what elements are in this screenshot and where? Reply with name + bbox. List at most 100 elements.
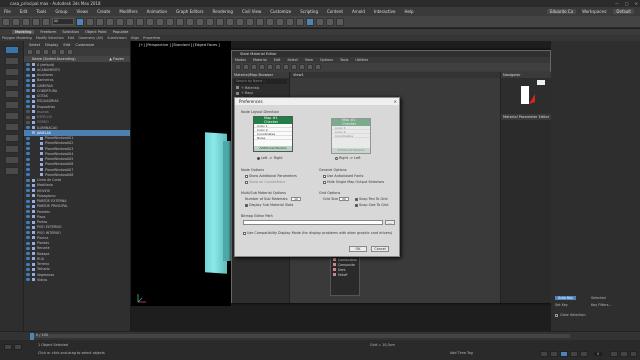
menu-views[interactable]: Views — [77, 9, 89, 14]
antialiased-checkbox[interactable]: Use Antialiased Fonts — [323, 174, 363, 178]
spinner-snap-icon[interactable] — [226, 17, 234, 26]
left-right-radio[interactable]: Left -> Right — [257, 156, 283, 160]
layout-children-icon[interactable] — [299, 64, 305, 70]
navigator-preview[interactable] — [501, 78, 551, 112]
visibility-eye-icon[interactable] — [26, 126, 30, 130]
visibility-eye-icon[interactable] — [26, 178, 30, 182]
clear-selection-checkbox[interactable]: Clear Selection — [555, 313, 586, 317]
menu-scripting[interactable]: Scripting — [300, 9, 318, 14]
explorer-menu-edit[interactable]: Edit — [63, 43, 70, 47]
panel-polygon-modeling[interactable]: Polygon Modeling — [2, 36, 32, 40]
visibility-eye-icon[interactable] — [26, 110, 30, 114]
panel-subdivision[interactable]: Subdivision — [107, 36, 126, 40]
visibility-eye-icon[interactable] — [26, 210, 30, 214]
render-setup-icon[interactable] — [316, 17, 324, 26]
slate-menu-edit[interactable]: Edit — [274, 58, 281, 62]
close-button[interactable]: ✕ — [635, 1, 638, 6]
sort-by-layer-icon[interactable] — [67, 49, 73, 55]
key-filters-button[interactable]: Key Filters... — [591, 303, 612, 307]
visibility-eye-icon[interactable] — [26, 63, 30, 67]
menu-group[interactable]: Group — [55, 9, 67, 14]
snap-pan-checkbox[interactable]: Snap Pan To Grid — [355, 197, 388, 201]
visibility-eye-icon[interactable] — [26, 225, 30, 229]
go-to-end-icon[interactable] — [580, 351, 588, 357]
slate-menu-modes[interactable]: Modes — [235, 58, 246, 62]
snap-size-checkbox[interactable]: Snap Size To Grid — [355, 203, 388, 207]
menu-edit[interactable]: Edit — [20, 9, 28, 14]
layers-icon[interactable] — [4, 112, 19, 120]
bitmap-browse-button[interactable]: ... — [385, 220, 395, 225]
grid-size-spinner[interactable]: 20 — [339, 197, 349, 201]
menu-create[interactable]: Create — [97, 9, 110, 14]
filter-shapes-icon[interactable] — [35, 49, 41, 55]
visibility-eye-icon[interactable] — [26, 199, 30, 203]
visibility-eye-icon[interactable] — [26, 141, 30, 145]
slate-menu-options[interactable]: Options — [320, 58, 333, 62]
rendered-frame-window-icon[interactable] — [326, 17, 334, 26]
maximize-button[interactable]: ▢ — [625, 1, 629, 6]
display-sub-slots-checkbox[interactable]: Display Sub Material Slots — [245, 203, 293, 207]
undo-icon[interactable] — [2, 17, 10, 26]
menu-rendering[interactable]: Rendering — [213, 9, 233, 14]
window-crossing-icon[interactable] — [106, 17, 114, 26]
reference-coord-icon[interactable] — [156, 17, 164, 26]
visibility-eye-icon[interactable] — [26, 157, 30, 161]
menu-interactive[interactable]: Interactive — [374, 9, 396, 14]
edit-named-selection-icon[interactable] — [236, 17, 244, 26]
visibility-eye-icon[interactable] — [26, 246, 30, 250]
unlink-icon[interactable] — [32, 17, 40, 26]
cancel-button[interactable]: Cancel — [371, 246, 389, 252]
curve-editor-icon[interactable] — [286, 17, 294, 26]
snaps-toggle-icon[interactable] — [196, 17, 204, 26]
menu-tools[interactable]: Tools — [36, 9, 46, 14]
visibility-eye-icon[interactable] — [26, 115, 30, 119]
orbit-icon[interactable] — [620, 351, 628, 357]
bind-space-warp-icon[interactable] — [42, 17, 50, 26]
display-icon[interactable] — [4, 90, 19, 98]
compat-mode-checkbox[interactable]: Use Compatibility Display Mode (for disp… — [243, 231, 392, 235]
visibility-eye-icon[interactable] — [26, 273, 30, 277]
slate-menu-tools[interactable]: Tools — [340, 58, 348, 62]
visibility-eye-icon[interactable] — [26, 189, 30, 193]
tab-object-paint[interactable]: Object Paint — [85, 30, 107, 34]
visibility-eye-icon[interactable] — [26, 267, 30, 271]
show-connections-checkbox[interactable]: Show all Connections — [245, 180, 285, 184]
visibility-eye-icon[interactable] — [26, 231, 30, 235]
visibility-eye-icon[interactable] — [26, 241, 30, 245]
visibility-eye-icon[interactable] — [26, 220, 30, 224]
visibility-eye-icon[interactable] — [26, 105, 30, 109]
pivot-center-icon[interactable] — [166, 17, 174, 26]
percent-snap-icon[interactable] — [216, 17, 224, 26]
panel-align[interactable]: Align — [131, 36, 140, 40]
placement-icon[interactable] — [146, 17, 154, 26]
visibility-eye-icon[interactable] — [26, 131, 30, 135]
schematic-view-icon[interactable] — [296, 17, 304, 26]
visibility-eye-icon[interactable] — [26, 194, 30, 198]
explorer-column-header[interactable]: Name (Sorted Ascending) ▲ Frozen — [24, 56, 130, 62]
panel-modify-selection[interactable]: Modify Selection — [36, 36, 64, 40]
background-icon[interactable] — [283, 64, 289, 70]
menu-animation[interactable]: Animation — [147, 9, 167, 14]
tab-freeform[interactable]: Freeform — [40, 30, 56, 34]
previous-frame-icon[interactable] — [550, 351, 558, 357]
visibility-eye-icon[interactable] — [26, 94, 30, 98]
next-frame-icon[interactable] — [570, 351, 578, 357]
visibility-eye-icon[interactable] — [26, 257, 30, 261]
view-tab[interactable]: View1 — [290, 72, 500, 78]
explorer-menu-select[interactable]: Select — [29, 43, 40, 47]
browser-search-input[interactable]: Search by Name ... — [234, 79, 287, 84]
zoom-icon[interactable] — [610, 351, 618, 357]
layout-all-icon[interactable] — [291, 64, 297, 70]
select-by-name-icon[interactable] — [86, 17, 94, 26]
show-map-in-viewport-icon[interactable] — [275, 64, 281, 70]
time-slider-track[interactable] — [30, 334, 570, 338]
visibility-eye-icon[interactable] — [26, 147, 30, 151]
select-rotate-icon[interactable] — [126, 17, 134, 26]
link-icon[interactable] — [22, 17, 30, 26]
visibility-eye-icon[interactable] — [26, 89, 30, 93]
window-plane-object-side[interactable] — [223, 141, 231, 261]
select-object-icon[interactable] — [76, 17, 84, 26]
menu-content[interactable]: Content — [327, 9, 343, 14]
workspace-select[interactable]: Default — [613, 9, 634, 14]
layer-explorer-icon[interactable] — [266, 17, 274, 26]
